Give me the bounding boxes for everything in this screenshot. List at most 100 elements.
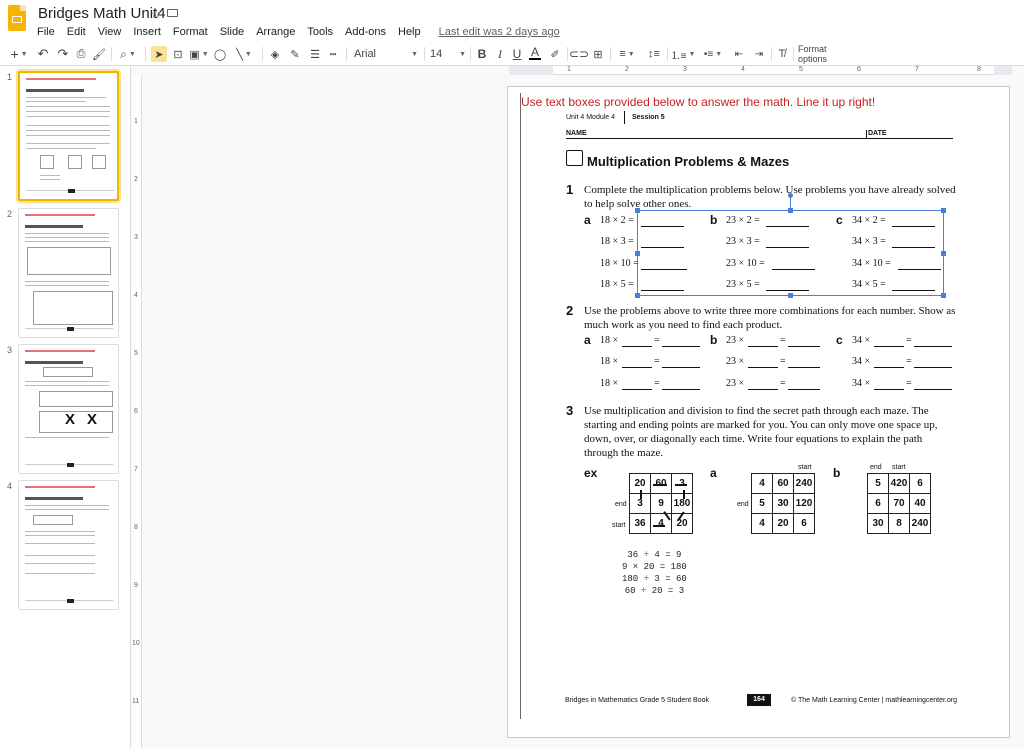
resize-handle[interactable] [635,251,640,256]
maze-cell: 30 [772,493,794,514]
maze-cell: 240 [793,473,815,494]
add-icon[interactable]: + ▼ [6,46,32,62]
shape-icon[interactable]: ◯ [213,46,227,62]
answer-line [874,346,904,347]
print-icon[interactable]: ⎙ [74,46,88,62]
bulleted-list-icon[interactable]: •≡ ▼ [702,46,724,62]
selected-text-box[interactable] [635,193,946,298]
bold-icon[interactable]: B [476,46,488,62]
resize-handle[interactable] [941,293,946,298]
menu-file[interactable]: File [31,26,61,38]
menu-insert[interactable]: Insert [127,26,167,38]
menu-help[interactable]: Help [392,26,427,38]
toolbar-divider [145,47,146,61]
name-line [566,138,953,139]
menu-edit[interactable]: Edit [61,26,92,38]
fill-color-icon[interactable]: ◈ [268,46,282,62]
border-dash-icon[interactable]: ┅ [326,46,340,62]
problem: 18 × [600,335,619,346]
comment-icon[interactable]: ⊞ [591,46,605,62]
folder-icon[interactable] [167,9,178,17]
slide-thumbnail-4[interactable] [18,480,119,610]
maze-cell: 8 [888,513,910,534]
menu-arrange[interactable]: Arrange [250,26,301,38]
ruler-mark: 1 [134,118,138,125]
align-icon[interactable]: ≡ ▼ [616,46,638,62]
menu-format[interactable]: Format [167,26,214,38]
resize-handle[interactable] [635,208,640,213]
font-family-value: Arial [354,48,377,60]
problem: 34 × [852,356,871,367]
paint-format-icon[interactable]: 🖌︎ [92,46,106,62]
resize-handle[interactable] [788,293,793,298]
increase-indent-icon[interactable]: ⇥ [752,46,766,62]
slides-logo-icon[interactable] [8,5,26,31]
menu-addons[interactable]: Add-ons [339,26,392,38]
app-header: Bridges Math Unit4 ☆ File Edit View Inse… [0,0,1024,42]
text-box-icon[interactable]: ⊡ [171,46,185,62]
undo-icon[interactable]: ↶ [36,46,50,62]
slide-filmstrip: 1 2 3 X X 4 [0,66,131,748]
menu-slide[interactable]: Slide [214,26,250,38]
format-options-button[interactable]: Format options [798,44,858,64]
maze-start-label: start [612,522,626,529]
slide-thumbnail-1[interactable] [18,71,119,201]
slide-thumbnail-2[interactable] [18,208,119,338]
header-divider [624,111,625,124]
menu-bar: File Edit View Insert Format Slide Arran… [31,24,560,40]
border-color-icon[interactable]: ✎ [288,46,302,62]
maze-end-label: end [737,501,749,508]
border-weight-icon[interactable]: ☰ [308,46,322,62]
document-title[interactable]: Bridges Math Unit4 [38,5,166,22]
highlight-icon[interactable]: ✐ [548,46,562,62]
decrease-indent-icon[interactable]: ⇤ [732,46,746,62]
question-2-number: 2 [566,303,574,318]
last-edit-link[interactable]: Last edit was 2 days ago [439,26,560,38]
resize-handle[interactable] [635,293,640,298]
slide-canvas[interactable]: Use text boxes provided below to answer … [507,86,1010,738]
star-icon[interactable]: ☆ [150,6,162,22]
equals-sign: = [654,356,660,367]
line-spacing-icon[interactable]: ↕≡ [646,46,662,62]
image-icon[interactable]: ▣ ▼ [188,46,210,62]
path-mark [653,484,667,486]
maze-cell: 40 [909,493,931,514]
maze-cell: 70 [888,493,910,514]
text-color-icon[interactable]: A [529,45,541,60]
menu-view[interactable]: View [92,26,128,38]
numbered-list-icon[interactable]: ⒈≡ ▼ [671,46,696,62]
answer-line [788,389,820,390]
line-icon[interactable]: ╲ ▼ [232,46,256,62]
resize-handle[interactable] [941,251,946,256]
ruler-mark: 8 [977,66,981,73]
instruction-text-box[interactable]: Use text boxes provided below to answer … [521,95,875,109]
path-mark [675,484,687,486]
toolbar-divider [567,47,568,61]
question-3-text: Use multiplication and division to find … [584,405,929,417]
menu-tools[interactable]: Tools [301,26,339,38]
resize-handle[interactable] [788,208,793,213]
slide-thumbnail-3[interactable]: XX [18,344,119,474]
zoom-icon[interactable]: ⌕ ▼ [116,46,140,62]
resize-handle[interactable] [941,208,946,213]
clear-formatting-icon[interactable]: T̸ [776,46,788,62]
toolbar-divider [111,47,112,61]
footer-copyright: © The Math Learning Center | mathlearnin… [791,697,957,704]
italic-icon[interactable]: I [494,46,506,62]
select-icon[interactable]: ➤ [151,46,167,62]
answer-line [748,346,778,347]
rotate-handle[interactable] [788,193,793,198]
underline-icon[interactable]: U [511,46,523,62]
answer-line [788,367,820,368]
link-icon[interactable]: ⊂⊃ [569,46,589,62]
question-1-number: 1 [566,182,574,197]
toolbar-divider [667,47,668,61]
path-mark [683,490,685,499]
font-size-select[interactable]: 14 ▼ [430,46,466,62]
question-3-number: 3 [566,403,574,418]
example-equation: 180 ÷ 3 = 60 [622,574,687,584]
font-family-select[interactable]: Arial ▼ [354,46,418,62]
maze-cell: 5 [867,473,889,494]
redo-icon[interactable]: ↷ [56,46,70,62]
toolbar-divider [610,47,611,61]
